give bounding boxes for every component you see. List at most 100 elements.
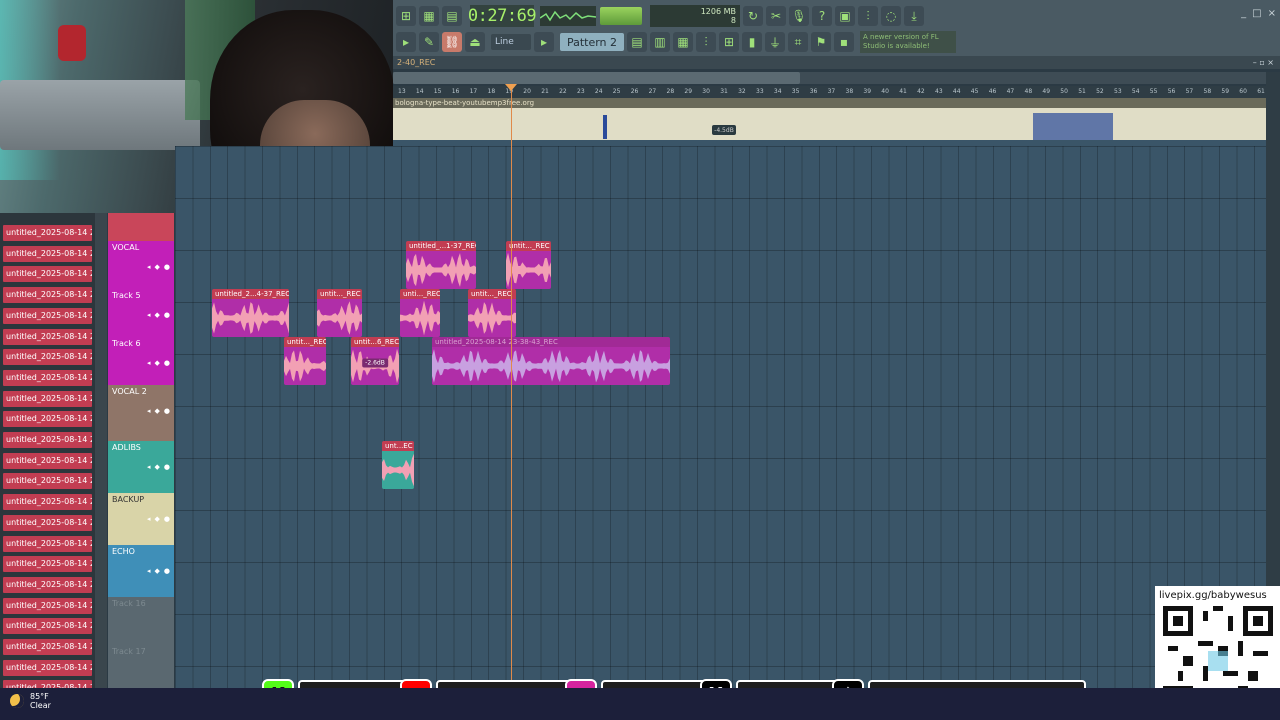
audio-clip[interactable]: untitled_2025-08-14 23-38-43_REC xyxy=(432,337,670,385)
track-controls[interactable]: ◂ ◆ ● xyxy=(147,463,170,471)
horizontal-scrollbar[interactable] xyxy=(393,72,800,84)
help-icon[interactable]: ? xyxy=(812,6,832,26)
track-controls[interactable]: ◂ ◆ ● xyxy=(147,567,170,575)
browser-file-item[interactable]: untitled_2025-08-14 23- xyxy=(3,494,92,511)
browser-file-item[interactable]: untitled_2025-08-14 23- xyxy=(3,618,92,635)
audio-clip[interactable]: unt...EC xyxy=(382,441,414,489)
plug-icon[interactable]: ⏚ xyxy=(765,32,785,52)
mute-icon[interactable]: ◂ xyxy=(147,311,151,319)
track-header[interactable]: Track 16 xyxy=(108,597,174,645)
playhead-marker[interactable] xyxy=(505,84,517,91)
solo-icon[interactable]: ◆ xyxy=(155,567,160,575)
link-icon[interactable]: ⛓ xyxy=(442,32,462,52)
stamp-icon[interactable]: ⏏ xyxy=(465,32,485,52)
piano-roll-icon[interactable]: ▥ xyxy=(650,32,670,52)
track-controls[interactable]: ◂ ◆ ● xyxy=(147,311,170,319)
track-controls[interactable]: ◂ ◆ ● xyxy=(147,407,170,415)
browser-scrollbar[interactable] xyxy=(95,213,107,688)
record-arm-icon[interactable]: ● xyxy=(164,263,170,271)
record-arm-icon[interactable]: ● xyxy=(164,515,170,523)
solo-icon[interactable]: ◆ xyxy=(155,515,160,523)
audio-clip[interactable]: untitled_...1-37_REC xyxy=(406,241,476,289)
browser-file-item[interactable]: untitled_2025-08-14 23- xyxy=(3,556,92,573)
mixer-panel-icon[interactable]: ⫶ xyxy=(696,32,716,52)
save-icon[interactable]: ▣ xyxy=(835,6,855,26)
update-notice[interactable]: A newer version of FL Studio is availabl… xyxy=(860,31,956,53)
download-icon[interactable]: ⤓ xyxy=(904,6,924,26)
browser-file-item[interactable]: untitled_2025-08-14 23- xyxy=(3,473,92,490)
master-volume[interactable] xyxy=(600,7,642,25)
mute-icon[interactable]: ◂ xyxy=(147,515,151,523)
audio-clip[interactable]: untit..._REC xyxy=(506,241,551,289)
track-controls[interactable]: ◂ ◆ ● xyxy=(147,263,170,271)
mixer-icon[interactable]: ⫶ xyxy=(858,6,878,26)
track-header[interactable]: Track 6 ◂ ◆ ● xyxy=(108,337,174,385)
audio-clip[interactable]: untit..._REC xyxy=(284,337,326,385)
browser-file-item[interactable]: untitled_2025-08-14 23- xyxy=(3,639,92,655)
weather-widget[interactable]: 85°F Clear xyxy=(10,692,51,710)
browser-file-item[interactable]: untitled_2025-08-14 23- xyxy=(3,432,92,448)
browser-file-item[interactable]: untitled_2025-08-14 23- xyxy=(3,225,92,241)
track-header[interactable]: ADLIBS ◂ ◆ ● xyxy=(108,441,174,493)
track-header[interactable]: Track 17 xyxy=(108,645,174,688)
mute-icon[interactable]: ◂ xyxy=(147,567,151,575)
snap-icon[interactable]: ⊞ xyxy=(396,6,416,26)
record-arm-icon[interactable]: ● xyxy=(164,463,170,471)
cut-icon[interactable]: ✂ xyxy=(766,6,786,26)
time-display[interactable]: 0:27:69 xyxy=(468,5,537,27)
flag-icon[interactable]: ⚑ xyxy=(811,32,831,52)
browser-file-item[interactable]: untitled_2025-08-14 23- xyxy=(3,597,92,614)
microphone-icon[interactable]: 🎙 xyxy=(789,6,809,26)
mute-icon[interactable]: ◂ xyxy=(147,263,151,271)
browser-file-item[interactable]: untitled_2025-08-14 23- xyxy=(3,307,92,324)
solo-icon[interactable]: ◆ xyxy=(155,463,160,471)
browser-file-item[interactable]: untitled_2025-08-14 23- xyxy=(3,452,92,469)
track-header[interactable]: BACKUP ◂ ◆ ● xyxy=(108,493,174,545)
snap-mode-select[interactable]: Line xyxy=(491,34,531,50)
close-icon[interactable]: × xyxy=(1268,8,1276,19)
plugin-icon[interactable]: ⊞ xyxy=(719,32,739,52)
mute-icon[interactable]: ◂ xyxy=(147,359,151,367)
browser-file-item[interactable]: untitled_2025-08-14 23- xyxy=(3,287,92,304)
browser-file-item[interactable]: untitled_2025-08-14 23- xyxy=(3,390,92,407)
browser-file-item[interactable]: untitled_2025-08-14 23- xyxy=(3,535,92,552)
audio-clip[interactable]: untit...6_REC -2.6dB xyxy=(351,337,399,385)
tag-icon[interactable]: ⌗ xyxy=(788,32,808,52)
arrow-right-icon[interactable]: ▸ xyxy=(534,32,554,52)
browser-file-item[interactable]: untitled_2025-08-14 23- xyxy=(3,245,92,262)
timeline-ruler[interactable]: 13 14 15 16 17 18 19 20 21 22 23 24 25 26 27 28 29 30 31 32… xyxy=(393,86,1266,98)
solo-icon[interactable]: ◆ xyxy=(155,311,160,319)
record-arm-icon[interactable]: ● xyxy=(164,359,170,367)
browser-file-item[interactable]: untitled_2025-08-14 23- xyxy=(3,514,92,531)
browser-file-item[interactable]: untitled_2025-08-14 23- xyxy=(3,328,92,345)
playlist-icon[interactable]: ▤ xyxy=(627,32,647,52)
track-header[interactable]: ECHO ◂ ◆ ● xyxy=(108,545,174,597)
browser-file-item[interactable]: untitled_2025-08-14 23- xyxy=(3,369,92,386)
mute-icon[interactable]: ◂ xyxy=(147,463,151,471)
maximize-icon[interactable]: □ xyxy=(1252,8,1261,19)
browser-file-item[interactable]: untitled_2025-08-14 23- xyxy=(3,266,92,283)
browser-file-item[interactable]: untitled_2025-08-14 23- xyxy=(3,349,92,366)
track-header[interactable]: VOCAL ◂ ◆ ● xyxy=(108,241,174,289)
beat-audio-clip[interactable] xyxy=(393,108,1266,146)
playlist-window-controls[interactable]: – ▫ × xyxy=(1253,56,1274,69)
record-arm-icon[interactable]: ● xyxy=(164,311,170,319)
solo-icon[interactable]: ◆ xyxy=(155,263,160,271)
track-controls[interactable]: ◂ ◆ ● xyxy=(147,359,170,367)
record-arm-icon[interactable]: ● xyxy=(164,567,170,575)
refresh-icon[interactable]: ↻ xyxy=(743,6,763,26)
browser-file-item[interactable]: untitled_2025-08-14 23- xyxy=(3,411,92,428)
chat-icon[interactable]: ◌ xyxy=(881,6,901,26)
pattern-mode-icon[interactable]: ▦ xyxy=(419,6,439,26)
playlist-grid[interactable] xyxy=(175,146,1266,688)
pencil-icon[interactable]: ✎ xyxy=(419,32,439,52)
browser-icon[interactable]: ▮ xyxy=(742,32,762,52)
record-arm-icon[interactable]: ● xyxy=(164,407,170,415)
minimize-icon[interactable]: _ xyxy=(1241,8,1246,19)
browser-file-item[interactable]: untitled_2025-08-14 23- xyxy=(3,576,92,593)
play-icon[interactable]: ▸ xyxy=(396,32,416,52)
audio-clip[interactable]: unti..._REC xyxy=(400,289,440,337)
solo-icon[interactable]: ◆ xyxy=(155,407,160,415)
audio-clip-title[interactable]: bologna-type-beat-youtubemp3free.org xyxy=(393,98,1266,108)
song-mode-icon[interactable]: ▤ xyxy=(442,6,462,26)
